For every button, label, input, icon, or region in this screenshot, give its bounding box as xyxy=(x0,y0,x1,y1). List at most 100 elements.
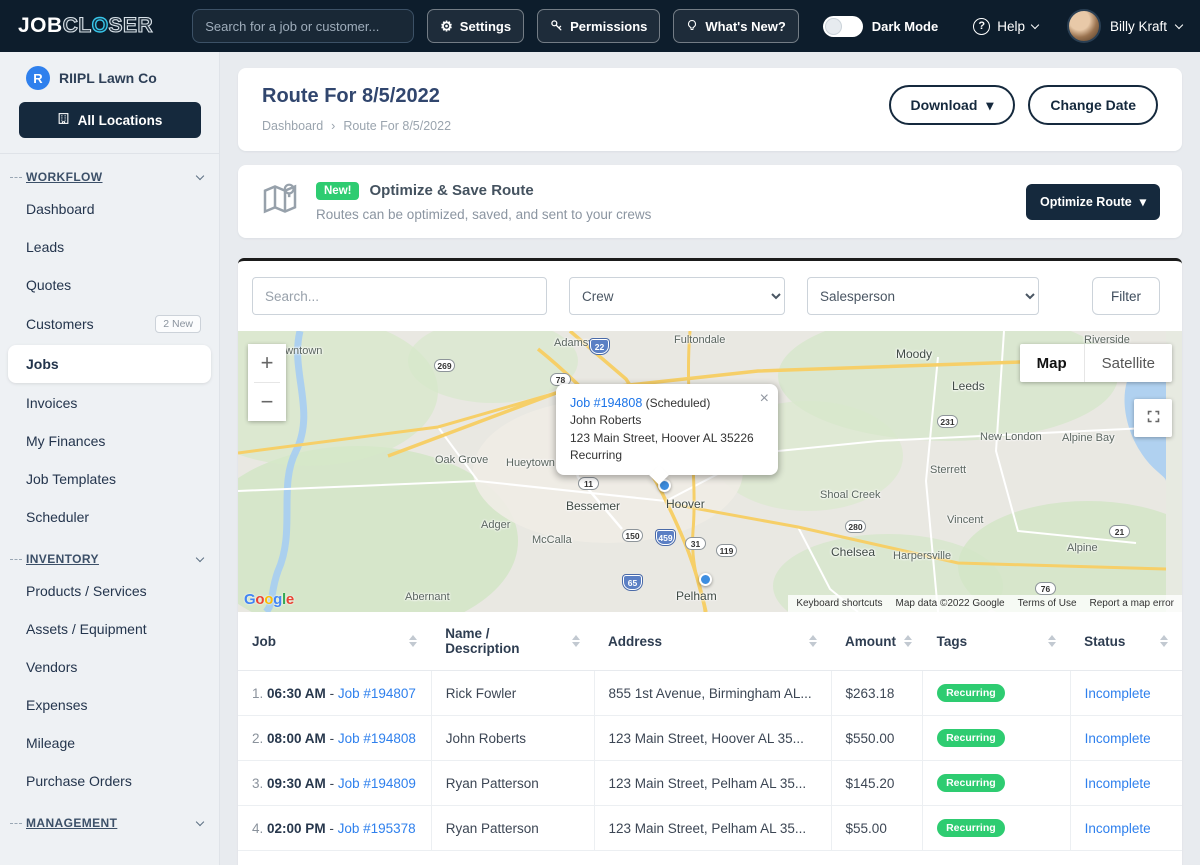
keyboard-shortcuts-link[interactable]: Keyboard shortcuts xyxy=(796,598,882,609)
salesperson-select[interactable]: Salesperson xyxy=(807,277,1039,315)
sidebar-item-jobs[interactable]: Jobs xyxy=(8,345,211,383)
column-header-tags[interactable]: Tags xyxy=(923,612,1071,671)
filter-button[interactable]: Filter xyxy=(1092,277,1160,315)
sidebar-item-job-templates[interactable]: Job Templates xyxy=(0,460,219,498)
whats-new-label: What's New? xyxy=(705,19,785,34)
map-place-label: Leeds xyxy=(952,379,985,393)
sidebar-item-expenses[interactable]: Expenses xyxy=(0,686,219,724)
route-shield: 119 xyxy=(716,544,737,557)
filter-row: Crew Salesperson Filter xyxy=(238,261,1182,331)
sort-icon xyxy=(1048,635,1056,647)
job-link[interactable]: Job #194808 xyxy=(338,731,416,746)
global-search-input[interactable] xyxy=(192,9,414,43)
status-link[interactable]: Incomplete xyxy=(1085,776,1151,791)
job-link[interactable]: Job #195378 xyxy=(338,821,416,836)
map-marker-pelham[interactable] xyxy=(699,573,712,586)
google-logo: Google xyxy=(244,591,294,608)
caret-down-icon: ▾ xyxy=(1140,194,1146,209)
report-error-link[interactable]: Report a map error xyxy=(1090,598,1174,609)
map-type-map-button[interactable]: Map xyxy=(1020,344,1084,382)
column-header-name[interactable]: Name / Description xyxy=(431,612,594,671)
route-shield: 76 xyxy=(1035,582,1056,595)
sort-icon xyxy=(809,635,817,647)
table-row: 4. 02:00 PM - Job #195378 Ryan Patterson… xyxy=(238,806,1182,851)
app-logo[interactable]: JOBCLOSER xyxy=(18,14,153,38)
map[interactable]: Browntown Adamsville Fultondale Moody Ri… xyxy=(238,331,1182,612)
sidebar-item-products-services[interactable]: Products / Services xyxy=(0,572,219,610)
sidebar-item-scheduler[interactable]: Scheduler xyxy=(0,498,219,536)
zoom-out-button[interactable]: − xyxy=(248,383,286,421)
change-date-label: Change Date xyxy=(1050,97,1136,113)
info-job-status: (Scheduled) xyxy=(646,396,711,410)
breadcrumb-dashboard-link[interactable]: Dashboard xyxy=(262,119,323,133)
change-date-button[interactable]: Change Date xyxy=(1028,85,1158,125)
settings-button[interactable]: ⚙ Settings xyxy=(427,9,524,43)
breadcrumb-current: Route For 8/5/2022 xyxy=(343,119,451,133)
permissions-button[interactable]: Permissions xyxy=(537,9,660,43)
sidebar-item-invoices[interactable]: Invoices xyxy=(0,384,219,422)
whats-new-button[interactable]: What's New? xyxy=(673,9,798,43)
route-search-input[interactable] xyxy=(252,277,547,315)
sidebar-item-customers[interactable]: Customers 2 New xyxy=(0,304,219,344)
help-icon: ? xyxy=(973,18,990,35)
close-icon[interactable]: × xyxy=(760,387,769,410)
terms-link[interactable]: Terms of Use xyxy=(1018,598,1077,609)
sidebar-item-vendors[interactable]: Vendors xyxy=(0,648,219,686)
dark-mode-toggle[interactable] xyxy=(823,16,863,37)
map-place-label: Alpine Bay xyxy=(1062,432,1115,444)
map-place-label: Fultondale xyxy=(674,334,725,346)
map-place-label: Moody xyxy=(896,347,932,361)
info-job-link[interactable]: Job #194808 xyxy=(570,396,642,410)
sidebar-item-purchase-orders[interactable]: Purchase Orders xyxy=(0,762,219,800)
crew-select[interactable]: Crew xyxy=(569,277,785,315)
jobs-table: Job Name / Description Address Amount Ta… xyxy=(238,612,1182,851)
map-place-label: Oak Grove xyxy=(435,454,488,466)
map-type-satellite-button[interactable]: Satellite xyxy=(1084,344,1172,382)
customer-name: Ryan Patterson xyxy=(431,761,594,806)
sidebar-item-label: Customers xyxy=(26,316,94,332)
job-link[interactable]: Job #194809 xyxy=(338,776,416,791)
fullscreen-button[interactable] xyxy=(1134,399,1172,437)
sidebar-section-inventory[interactable]: INVENTORY xyxy=(0,536,219,572)
logo-text-closer: CLOSER xyxy=(63,14,154,37)
map-place-label: Chelsea xyxy=(831,545,875,559)
user-name: Billy Kraft xyxy=(1110,19,1167,34)
all-locations-button[interactable]: All Locations xyxy=(19,102,201,138)
sidebar-item-my-finances[interactable]: My Finances xyxy=(0,422,219,460)
chevron-down-icon xyxy=(196,817,204,825)
help-menu[interactable]: ? Help xyxy=(973,18,1038,35)
column-header-address[interactable]: Address xyxy=(594,612,831,671)
sidebar-item-assets-equipment[interactable]: Assets / Equipment xyxy=(0,610,219,648)
sidebar-item-leads[interactable]: Leads xyxy=(0,228,219,266)
sidebar-section-management[interactable]: MANAGEMENT xyxy=(0,800,219,836)
column-header-status[interactable]: Status xyxy=(1070,612,1182,671)
optimize-route-button[interactable]: Optimize Route ▾ xyxy=(1026,184,1160,220)
status-link[interactable]: Incomplete xyxy=(1085,686,1151,701)
recurring-tag: Recurring xyxy=(937,819,1005,837)
sidebar-section-workflow[interactable]: WORKFLOW xyxy=(0,154,219,190)
logo-text-job: JOB xyxy=(18,14,63,37)
company-switcher[interactable]: R RIIPL Lawn Co xyxy=(0,66,219,102)
download-button[interactable]: Download ▾ xyxy=(889,85,1016,125)
status-link[interactable]: Incomplete xyxy=(1085,731,1151,746)
workflow-nav: Dashboard Leads Quotes Customers 2 New J… xyxy=(0,190,219,536)
interstate-shield: 65 xyxy=(623,575,642,590)
sidebar-item-quotes[interactable]: Quotes xyxy=(0,266,219,304)
column-header-job[interactable]: Job xyxy=(238,612,431,671)
map-data-label: Map data ©2022 Google xyxy=(895,598,1004,609)
job-link[interactable]: Job #194807 xyxy=(338,686,416,701)
chevron-down-icon xyxy=(1031,20,1039,28)
column-header-amount[interactable]: Amount xyxy=(831,612,923,671)
map-place-label: Bessemer xyxy=(566,499,620,513)
sidebar-item-dashboard[interactable]: Dashboard xyxy=(0,190,219,228)
section-label: WORKFLOW xyxy=(26,170,103,184)
status-link[interactable]: Incomplete xyxy=(1085,821,1151,836)
sidebar-item-mileage[interactable]: Mileage xyxy=(0,724,219,762)
zoom-in-button[interactable]: + xyxy=(248,344,286,382)
table-row: 2. 08:00 AM - Job #194808 John Roberts 1… xyxy=(238,716,1182,761)
info-customer-name: John Roberts xyxy=(570,412,764,429)
job-amount: $55.00 xyxy=(831,806,923,851)
section-label: MANAGEMENT xyxy=(26,816,117,830)
user-menu[interactable]: Billy Kraft xyxy=(1067,9,1182,43)
map-info-window: × Job #194808 (Scheduled) John Roberts 1… xyxy=(556,384,778,475)
